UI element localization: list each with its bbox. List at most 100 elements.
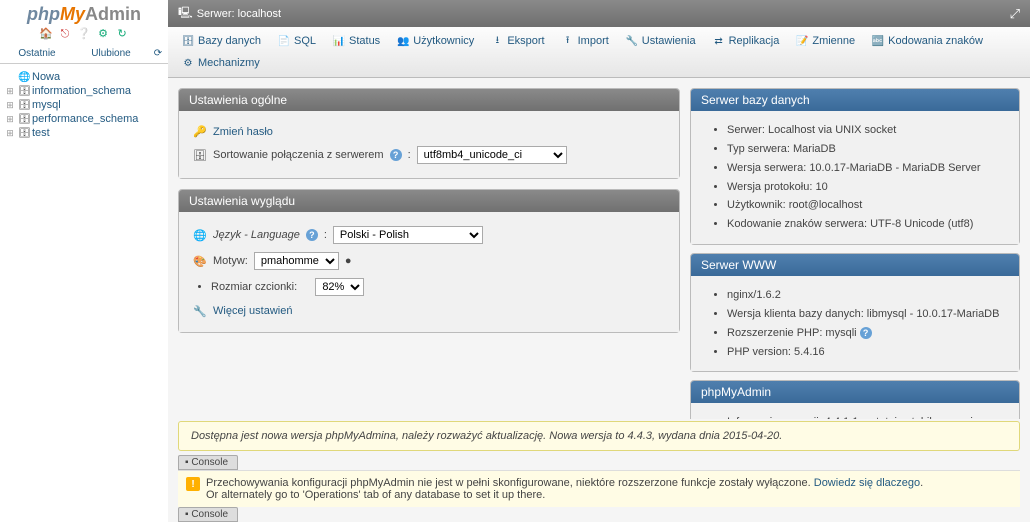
header-icons: 🏠 ⎋ ❔ ⚙ ↻ xyxy=(0,25,168,44)
fontsize-label: Rozmiar czcionki: xyxy=(211,281,297,293)
tab-import[interactable]: ⭱Import xyxy=(554,31,616,51)
language-select[interactable]: Polski - Polish xyxy=(333,226,483,244)
update-notice: Dostępna jest nowa wersja phpMyAdmina, n… xyxy=(178,421,1020,451)
home-icon[interactable]: 🏠 xyxy=(39,27,53,41)
tree-db-label: test xyxy=(32,127,50,139)
expand-icon[interactable]: ⊞ xyxy=(2,86,18,97)
logo-part-admin: Admin xyxy=(85,4,141,24)
tab-status[interactable]: 📊Status xyxy=(325,31,387,51)
server-info-item: Serwer: Localhost via UNIX socket xyxy=(727,121,1005,140)
tab-label: Eksport xyxy=(507,35,544,47)
users-icon: 👥 xyxy=(396,34,410,48)
collation-icon: 🗄 xyxy=(193,149,207,162)
panel-title: phpMyAdmin xyxy=(691,381,1019,403)
tab-variables[interactable]: 📝Zmienne xyxy=(788,31,862,51)
help-icon[interactable]: ? xyxy=(306,229,318,241)
tab-label: Status xyxy=(349,35,380,47)
settings-icon[interactable]: ⚙ xyxy=(96,27,110,41)
tab-recent[interactable]: Ostatnie xyxy=(0,44,74,63)
panel-general-settings: Ustawienia ogólne 🔑 Zmień hasło 🗄 Sortow… xyxy=(178,88,680,179)
tree-db-label: performance_schema xyxy=(32,113,138,125)
panel-db-server: Serwer bazy danych Serwer: Localhost via… xyxy=(690,88,1020,245)
theme-select[interactable]: pmahomme xyxy=(254,252,339,270)
status-icon: 📊 xyxy=(332,34,346,48)
tab-databases[interactable]: 🗄Bazy danych xyxy=(174,31,268,51)
tab-label: Użytkownicy xyxy=(413,35,474,47)
expand-icon[interactable]: ⊞ xyxy=(2,114,18,125)
database-tree: 🌐 Nowa ⊞🗄information_schema ⊞🗄mysql ⊞🗄pe… xyxy=(0,64,168,146)
console-toggle-bottom[interactable]: ▪ Console xyxy=(178,507,238,522)
tab-label: Replikacja xyxy=(729,35,780,47)
new-db-icon: 🌐 xyxy=(18,72,32,83)
globe-icon: 🌐 xyxy=(193,229,207,242)
theme-icon: 🎨 xyxy=(193,255,207,268)
tab-charsets[interactable]: 🔤Kodowania znaków xyxy=(864,31,990,51)
tab-label: Ustawienia xyxy=(642,35,696,47)
server-info-item: Wersja serwera: 10.0.17-MariaDB - MariaD… xyxy=(727,159,1005,178)
server-info-item: Kodowanie znaków serwera: UTF-8 Unicode … xyxy=(727,215,1005,234)
help-icon[interactable]: ? xyxy=(860,327,872,339)
tree-db[interactable]: ⊞🗄test xyxy=(2,126,166,140)
docs-icon[interactable]: ❔ xyxy=(77,27,91,41)
tree-db[interactable]: ⊞🗄mysql xyxy=(2,98,166,112)
collation-select[interactable]: utf8mb4_unicode_ci xyxy=(417,146,567,164)
console-toggle-top[interactable]: ▪ Console xyxy=(178,455,238,470)
web-info-item: Rozszerzenie PHP: mysqli ? xyxy=(727,324,1005,343)
wrench-icon: 🔧 xyxy=(193,305,207,318)
panel-web-server: Serwer WWW nginx/1.6.2 Wersja klienta ba… xyxy=(690,253,1020,372)
tab-label: Bazy danych xyxy=(198,35,261,47)
panel-title: Ustawienia ogólne xyxy=(179,89,679,111)
fontsize-select[interactable]: 82% xyxy=(315,278,364,296)
tab-label: Zmienne xyxy=(812,35,855,47)
tree-db-label: mysql xyxy=(32,99,61,111)
logout-icon[interactable]: ⎋ xyxy=(58,28,72,42)
theme-preview-button[interactable]: ● xyxy=(345,255,352,267)
change-password-link[interactable]: Zmień hasło xyxy=(213,126,273,138)
warning-text: Przechowywania konfiguracji phpMyAdmin n… xyxy=(206,477,814,489)
web-info-item: nginx/1.6.2 xyxy=(727,286,1005,305)
web-info-item: Wersja klienta bazy danych: libmysql - 1… xyxy=(727,305,1005,324)
tree-db[interactable]: ⊞🗄performance_schema xyxy=(2,112,166,126)
key-icon: 🔑 xyxy=(193,125,207,138)
tab-label: Kodowania znaków xyxy=(888,35,983,47)
tab-label: Mechanizmy xyxy=(198,57,260,69)
tab-settings[interactable]: 🔧Ustawienia xyxy=(618,31,703,51)
tab-engines[interactable]: ⚙Mechanizmy xyxy=(174,53,267,73)
breadcrumb: 🖳 Serwer: localhost ⤢ xyxy=(168,0,1030,27)
import-icon: ⭱ xyxy=(561,34,575,48)
expand-icon[interactable]: ⊞ xyxy=(2,100,18,111)
warning-icon: ! xyxy=(186,477,200,491)
tab-refresh-icon[interactable]: ⟳ xyxy=(148,44,168,63)
tree-db[interactable]: ⊞🗄information_schema xyxy=(2,84,166,98)
panel-title: Ustawienia wyglądu xyxy=(179,190,679,212)
tab-export[interactable]: ⭳Eksport xyxy=(483,31,551,51)
storage-warning: ! Przechowywania konfiguracji phpMyAdmin… xyxy=(178,470,1020,507)
tab-label: SQL xyxy=(294,35,316,47)
server-info-item: Użytkownik: root@localhost xyxy=(727,196,1005,215)
server-icon: 🖳 xyxy=(178,4,193,23)
tree-new[interactable]: 🌐 Nowa xyxy=(2,70,166,84)
panel-title: Serwer bazy danych xyxy=(691,89,1019,111)
export-icon: ⭳ xyxy=(490,34,504,48)
warning-text-alt: Or alternately go to 'Operations' tab of… xyxy=(206,489,545,501)
panel-title: Serwer WWW xyxy=(691,254,1019,276)
language-label: Język - Language xyxy=(213,229,300,241)
tab-favorites[interactable]: Ulubione xyxy=(74,44,148,63)
tab-users[interactable]: 👥Użytkownicy xyxy=(389,31,481,51)
replication-icon: ⇄ xyxy=(712,34,726,48)
tab-replication[interactable]: ⇄Replikacja xyxy=(705,31,787,51)
db-icon: 🗄 xyxy=(181,34,195,48)
web-info-item: PHP version: 5.4.16 xyxy=(727,343,1005,362)
vars-icon: 📝 xyxy=(795,34,809,48)
tab-sql[interactable]: 📄SQL xyxy=(270,31,323,51)
more-settings-link[interactable]: Więcej ustawień xyxy=(213,305,292,317)
collation-label: Sortowanie połączenia z serwerem xyxy=(213,149,384,161)
breadcrumb-label: Serwer: xyxy=(197,8,235,20)
reload-icon[interactable]: ↻ xyxy=(115,27,129,41)
learn-why-link[interactable]: Dowiedz się dlaczego xyxy=(814,477,920,489)
logo-part-my: My xyxy=(60,4,85,24)
gear-icon: 🔧 xyxy=(625,34,639,48)
help-icon[interactable]: ? xyxy=(390,149,402,161)
close-icon[interactable]: ⤢ xyxy=(1010,6,1020,22)
expand-icon[interactable]: ⊞ xyxy=(2,128,18,139)
